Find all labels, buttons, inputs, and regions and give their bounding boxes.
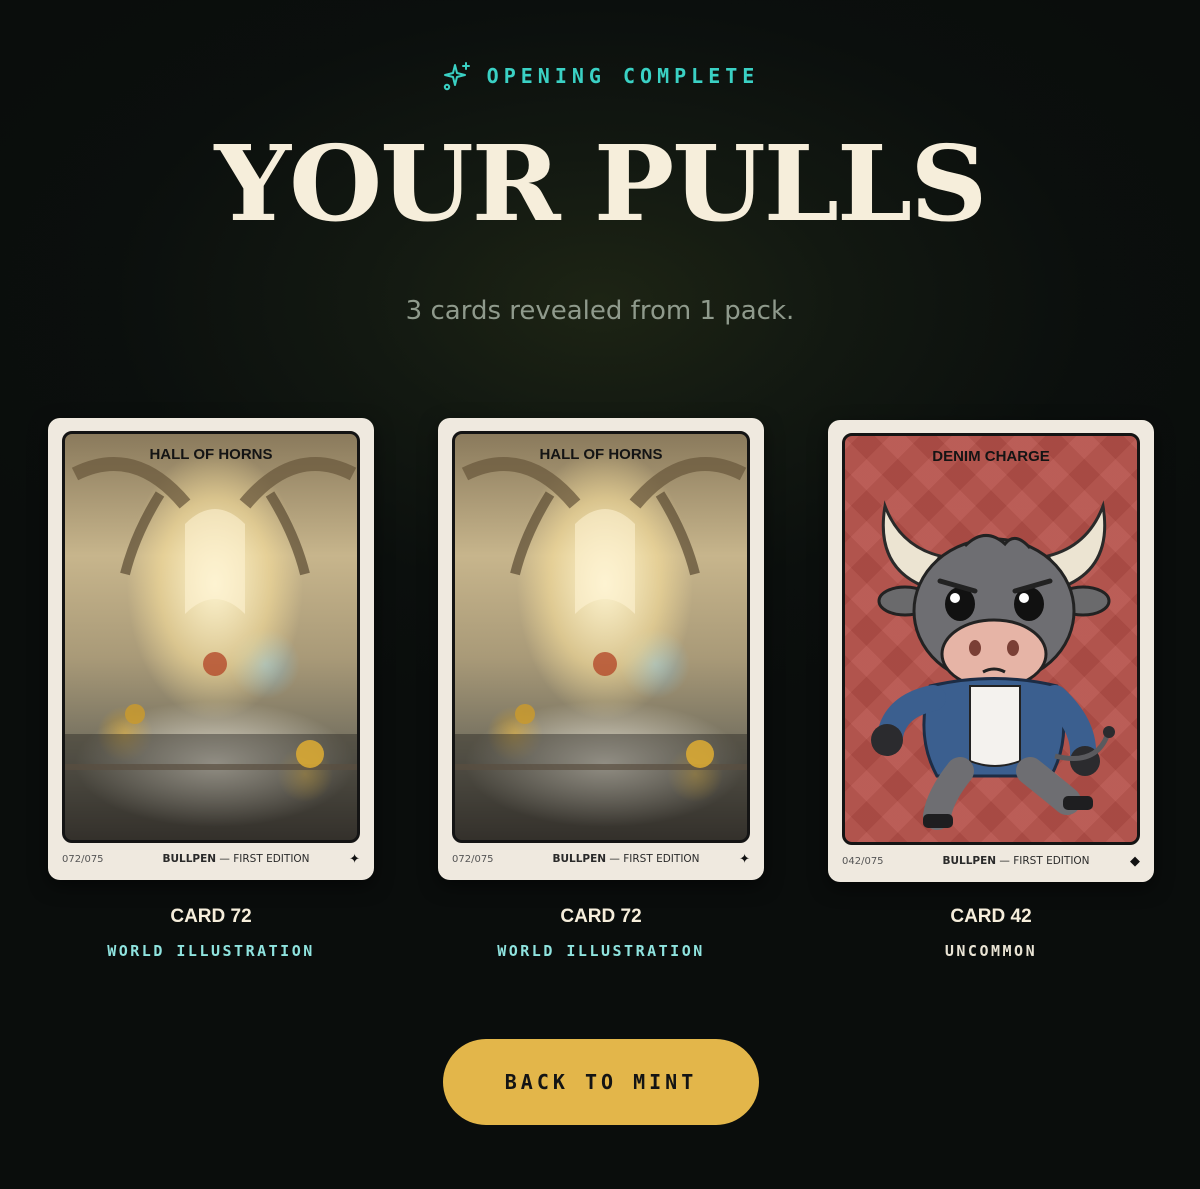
bull-illustration xyxy=(871,500,1115,830)
set-name: BULLPEN xyxy=(162,853,217,865)
trading-card[interactable]: DENIM CHARGE 042/075 BULLPEN — FIRST EDI… xyxy=(828,420,1154,882)
card-serial: 072/075 xyxy=(62,853,104,865)
card-name: CARD 72 xyxy=(170,906,252,927)
card-item: DENIM CHARGE 042/075 BULLPEN — FIRST EDI… xyxy=(828,420,1154,960)
four-point-star-icon: ✦ xyxy=(349,851,360,866)
sparkles-icon xyxy=(443,62,470,91)
card-artwork: DENIM CHARGE xyxy=(842,433,1140,845)
card-rarity: WORLD ILLUSTRATION xyxy=(107,942,315,960)
card-footer: 072/075 BULLPEN — FIRST EDITION ✦ xyxy=(452,848,750,870)
set-separator: — xyxy=(999,855,1010,867)
card-item: HALL OF HORNS 072/075 BULLPEN — FIRST ED… xyxy=(48,418,374,960)
card-name: CARD 42 xyxy=(950,906,1032,927)
card-footer: 042/075 BULLPEN — FIRST EDITION ◆ xyxy=(842,850,1140,872)
set-name: BULLPEN xyxy=(552,853,607,865)
hall-illustration xyxy=(65,457,357,840)
four-point-star-icon: ✦ xyxy=(739,851,750,866)
page-subtitle: 3 cards revealed from 1 pack. xyxy=(405,296,795,326)
card-artwork: HALL OF HORNS xyxy=(452,431,750,843)
card-serial: 072/075 xyxy=(452,853,494,865)
set-edition: FIRST EDITION xyxy=(1013,855,1090,867)
back-to-mint-button[interactable]: BACK TO MINT xyxy=(443,1039,759,1125)
card-name: CARD 72 xyxy=(560,906,642,927)
eyebrow-label: OPENING COMPLETE xyxy=(486,64,760,88)
set-separator: — xyxy=(609,853,620,865)
set-name: BULLPEN xyxy=(942,855,997,867)
diamond-icon: ◆ xyxy=(1130,853,1140,868)
card-rarity: UNCOMMON xyxy=(944,942,1038,960)
status-eyebrow: OPENING COMPLETE xyxy=(0,60,1200,92)
set-edition: FIRST EDITION xyxy=(623,853,700,865)
card-set: BULLPEN — FIRST EDITION xyxy=(132,853,340,865)
card-set: BULLPEN — FIRST EDITION xyxy=(912,855,1120,867)
card-item: HALL OF HORNS 072/075 BULLPEN — FIRST ED… xyxy=(438,418,764,960)
set-separator: — xyxy=(219,853,230,865)
hall-illustration xyxy=(455,457,747,840)
card-footer: 072/075 BULLPEN — FIRST EDITION ✦ xyxy=(62,848,360,870)
trading-card[interactable]: HALL OF HORNS 072/075 BULLPEN — FIRST ED… xyxy=(438,418,764,880)
card-grid: HALL OF HORNS 072/075 BULLPEN — FIRST ED… xyxy=(0,418,1200,978)
card-serial: 042/075 xyxy=(842,855,884,867)
trading-card[interactable]: HALL OF HORNS 072/075 BULLPEN — FIRST ED… xyxy=(48,418,374,880)
card-artwork: HALL OF HORNS xyxy=(62,431,360,843)
set-edition: FIRST EDITION xyxy=(233,853,310,865)
card-set: BULLPEN — FIRST EDITION xyxy=(522,853,730,865)
card-art-title: HALL OF HORNS xyxy=(149,446,273,463)
page-title: YOUR PULLS xyxy=(214,122,988,245)
card-art-title: DENIM CHARGE xyxy=(932,448,1050,465)
card-art-title: HALL OF HORNS xyxy=(539,446,663,463)
card-rarity: WORLD ILLUSTRATION xyxy=(497,942,705,960)
